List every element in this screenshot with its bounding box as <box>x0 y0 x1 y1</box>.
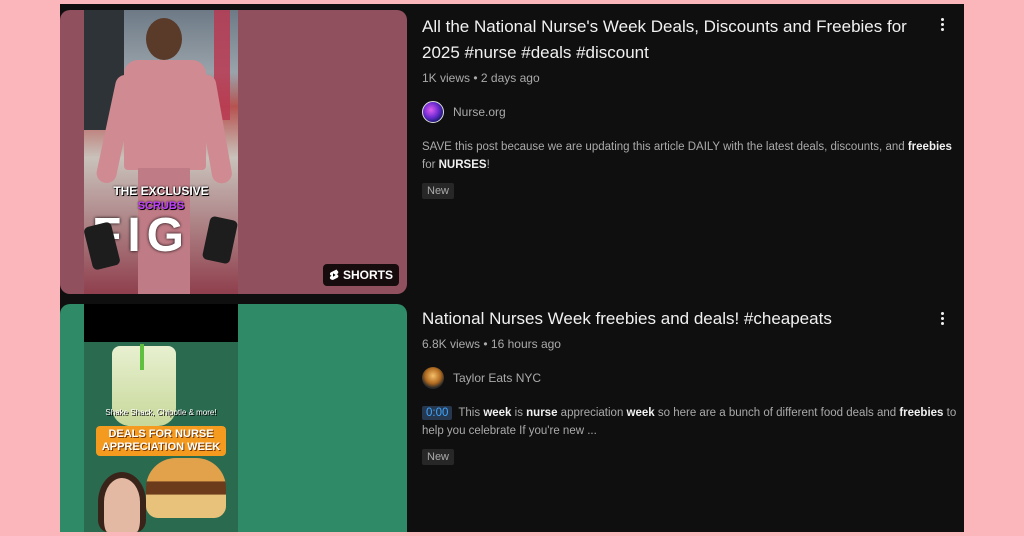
shorts-badge: SHORTS <box>322 264 399 286</box>
video-info: All the National Nurse's Week Deals, Dis… <box>422 10 952 199</box>
more-vertical-icon[interactable] <box>938 310 946 327</box>
video-thumbnail[interactable]: Shake Shack, Chipotle & more! DEALS FOR … <box>60 304 407 532</box>
video-title[interactable]: All the National Nurse's Week Deals, Dis… <box>422 14 942 66</box>
channel-avatar[interactable] <box>422 367 444 389</box>
desc-text: appreciation <box>557 407 627 419</box>
overlay-line: DEALS FOR NURSE <box>108 428 214 440</box>
video-metadata: 1K views • 2 days ago <box>422 71 942 85</box>
thumbnail-straw <box>140 344 144 370</box>
video-description: 0:00 This week is nurse appreciation wee… <box>422 404 964 440</box>
shorts-label: SHORTS <box>342 268 393 282</box>
channel-row[interactable]: Nurse.org <box>422 101 942 123</box>
video-thumbnail[interactable]: THE EXCLUSIVE SCRUBS FIG SHORTS <box>60 10 407 294</box>
video-result[interactable]: THE EXCLUSIVE SCRUBS FIG SHORTS All the … <box>60 10 964 294</box>
desc-highlight: freebies <box>899 407 944 419</box>
desc-highlight: week <box>626 407 655 419</box>
overlay-line: THE EXCLUSIVE <box>113 184 209 198</box>
video-info: National Nurses Week freebies and deals!… <box>422 304 956 465</box>
new-badge: New <box>422 183 455 199</box>
meta-separator: • <box>473 71 481 85</box>
desc-highlight: freebies <box>907 141 952 153</box>
meta-separator: • <box>483 337 491 351</box>
channel-avatar[interactable] <box>422 101 444 123</box>
channel-row[interactable]: Taylor Eats NYC <box>422 367 942 389</box>
timestamp-chip[interactable]: 0:00 <box>422 406 453 420</box>
desc-text: is <box>511 407 527 419</box>
thumbnail-overlay-text: DEALS FOR NURSE APPRECIATION WEEK <box>96 426 226 456</box>
upload-age: 2 days ago <box>480 71 540 85</box>
channel-name[interactable]: Taylor Eats NYC <box>453 371 541 385</box>
more-vertical-icon[interactable] <box>938 16 946 33</box>
view-count: 6.8K views <box>422 337 481 351</box>
thumbnail-image: THE EXCLUSIVE SCRUBS FIG <box>84 10 238 294</box>
thumbnail-image: Shake Shack, Chipotle & more! DEALS FOR … <box>84 304 238 532</box>
upload-age: 16 hours ago <box>490 337 561 351</box>
thumbnail-person <box>98 472 146 532</box>
desc-text: ! <box>486 159 490 171</box>
thumbnail-person-head <box>146 18 182 60</box>
video-title[interactable]: National Nurses Week freebies and deals!… <box>422 306 942 332</box>
desc-text: for <box>422 159 439 171</box>
desc-highlight: week <box>483 407 512 419</box>
desc-text: This <box>455 407 484 419</box>
thumbnail-caption: Shake Shack, Chipotle & more! <box>105 408 217 417</box>
channel-name[interactable]: Nurse.org <box>453 105 506 119</box>
desc-highlight: nurse <box>526 407 558 419</box>
video-result[interactable]: Shake Shack, Chipotle & more! DEALS FOR … <box>60 304 964 532</box>
new-badge: New <box>422 449 455 465</box>
thumbnail-burger <box>146 458 226 518</box>
desc-highlight: NURSES <box>438 159 487 171</box>
view-count: 1K views <box>422 71 471 85</box>
search-results-panel: THE EXCLUSIVE SCRUBS FIG SHORTS All the … <box>60 4 964 532</box>
desc-text: so here are a bunch of different food de… <box>654 407 900 419</box>
overlay-line: APPRECIATION WEEK <box>101 441 221 453</box>
desc-text: SAVE this post because we are updating t… <box>422 141 908 153</box>
shorts-icon <box>329 269 339 280</box>
thumbnail-letterbox <box>84 304 238 342</box>
thumbnail-person <box>124 60 206 170</box>
video-metadata: 6.8K views • 16 hours ago <box>422 337 942 351</box>
video-description: SAVE this post because we are updating t… <box>422 138 964 174</box>
